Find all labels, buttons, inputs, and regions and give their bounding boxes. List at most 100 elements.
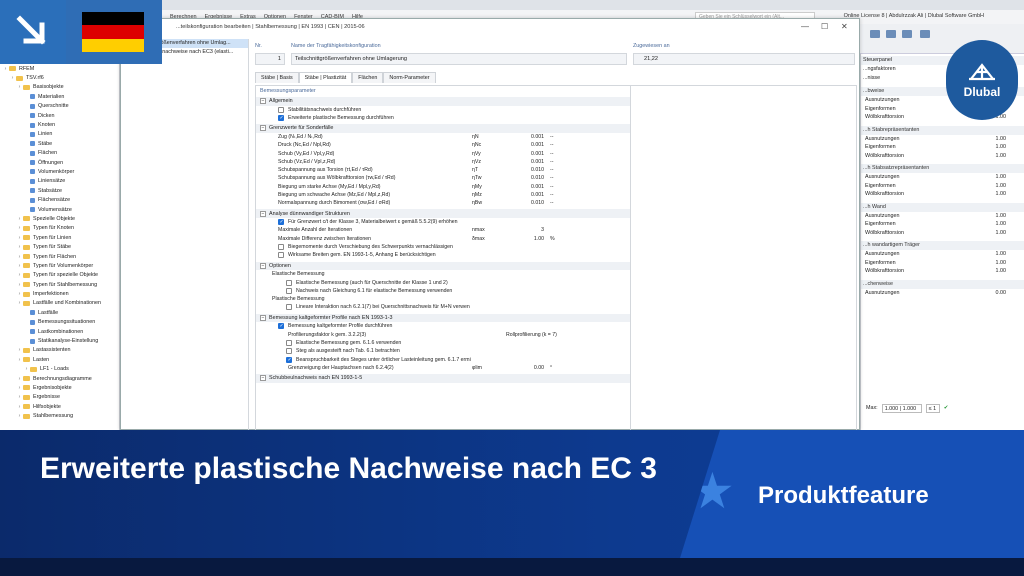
- nav-item[interactable]: Volumensätze: [0, 205, 119, 214]
- parameter-value[interactable]: 0.010: [514, 200, 544, 206]
- nav-item[interactable]: › Basisobjekte: [0, 83, 119, 92]
- nav-item[interactable]: › Hilfsobjekte: [0, 402, 119, 411]
- expand-icon[interactable]: ›: [16, 254, 23, 260]
- expand-icon[interactable]: ›: [16, 347, 23, 353]
- parameter-value[interactable]: 1.00: [514, 236, 544, 242]
- nav-item[interactable]: › Typen für Flächen: [0, 252, 119, 261]
- nav-item[interactable]: › Typen für Stahlbemessung: [0, 280, 119, 289]
- minimize-icon[interactable]: —: [801, 22, 809, 31]
- nav-item[interactable]: › Typen für Volumenkörper: [0, 261, 119, 270]
- toolbar-icon[interactable]: [902, 30, 912, 38]
- expand-icon[interactable]: ›: [16, 216, 23, 222]
- collapse-icon[interactable]: −: [260, 262, 266, 269]
- nav-item[interactable]: Dicken: [0, 111, 119, 120]
- nav-item[interactable]: › Lasten: [0, 355, 119, 364]
- checkbox[interactable]: [286, 279, 292, 286]
- collapse-icon[interactable]: −: [260, 125, 266, 132]
- nav-item[interactable]: Flächensätze: [0, 195, 119, 204]
- parameter-value[interactable]: 0.00: [514, 365, 544, 371]
- collapse-icon[interactable]: −: [260, 98, 266, 105]
- expand-icon[interactable]: ›: [23, 366, 30, 372]
- nav-item[interactable]: › Typen für Linien: [0, 233, 119, 242]
- nav-item[interactable]: › Stahlbemessung: [0, 411, 119, 420]
- nav-item[interactable]: › Lastfälle und Kombinationen: [0, 299, 119, 308]
- parameter-value[interactable]: 0.010: [514, 175, 544, 181]
- expand-icon[interactable]: ›: [16, 300, 23, 306]
- nav-item[interactable]: Statikanalyse-Einstellung: [0, 336, 119, 345]
- nav-item[interactable]: › Lastassistenten: [0, 346, 119, 355]
- collapse-icon[interactable]: −: [260, 210, 266, 217]
- nav-item[interactable]: › Typen für spezielle Objekte: [0, 271, 119, 280]
- nav-item[interactable]: › TSV.rf6: [0, 73, 119, 82]
- maximize-icon[interactable]: ☐: [821, 22, 828, 31]
- nav-item[interactable]: Liniensätze: [0, 177, 119, 186]
- tab-2[interactable]: Flächen: [352, 72, 384, 83]
- expand-icon[interactable]: ›: [16, 385, 23, 391]
- checkbox[interactable]: [278, 323, 284, 330]
- checkbox[interactable]: [278, 244, 284, 251]
- close-icon[interactable]: ✕: [841, 22, 848, 31]
- collapse-icon[interactable]: −: [260, 375, 266, 382]
- checkbox[interactable]: [278, 106, 284, 113]
- expand-icon[interactable]: ›: [9, 75, 16, 81]
- expand-icon[interactable]: ›: [16, 244, 23, 250]
- expand-icon[interactable]: ›: [2, 66, 9, 72]
- nav-item[interactable]: › Typen für Stäbe: [0, 242, 119, 251]
- nav-item[interactable]: Stäbe: [0, 139, 119, 148]
- expand-icon[interactable]: ›: [16, 291, 23, 297]
- nav-item[interactable]: › Berechnungsdiagramme: [0, 374, 119, 383]
- expand-icon[interactable]: ›: [16, 404, 23, 410]
- nav-item[interactable]: Stabsätze: [0, 186, 119, 195]
- expand-icon[interactable]: ›: [16, 272, 23, 278]
- toolbar-icon[interactable]: [870, 30, 880, 38]
- nav-item[interactable]: Querschnitte: [0, 102, 119, 111]
- nav-item[interactable]: Linien: [0, 130, 119, 139]
- section-header[interactable]: − Bemessung kaltgeformter Profile nach EN…: [256, 313, 630, 323]
- parameter-value[interactable]: 0.001: [514, 151, 544, 157]
- name-field[interactable]: Teilschnittgrößenverfahren ohne Umlageru…: [291, 53, 627, 65]
- parameter-value[interactable]: Rollprofilierung (k = 7): [506, 332, 557, 338]
- nav-item[interactable]: Materialien: [0, 92, 119, 101]
- expand-icon[interactable]: ›: [16, 263, 23, 269]
- checkbox[interactable]: [278, 219, 284, 226]
- parameter-value[interactable]: 0.001: [514, 192, 544, 198]
- parameter-value[interactable]: 0.001: [514, 184, 544, 190]
- checkbox[interactable]: [286, 304, 292, 311]
- toolbar-icon[interactable]: [886, 30, 896, 38]
- toolbar-icon[interactable]: [920, 30, 930, 38]
- nav-item[interactable]: › Typen für Knoten: [0, 224, 119, 233]
- nav-item[interactable]: Bemessungssituationen: [0, 318, 119, 327]
- section-header[interactable]: − Analyse dünnwandiger Strukturen: [256, 209, 630, 219]
- nav-item[interactable]: Volumenkörper: [0, 167, 119, 176]
- expand-icon[interactable]: ›: [16, 413, 23, 419]
- nav-item[interactable]: › Spezielle Objekte: [0, 214, 119, 223]
- nav-item[interactable]: › Imperfektionen: [0, 289, 119, 298]
- nav-item[interactable]: Öffnungen: [0, 158, 119, 167]
- no-field[interactable]: 1: [255, 53, 285, 65]
- checkbox[interactable]: [278, 252, 284, 259]
- nav-item[interactable]: Flächen: [0, 149, 119, 158]
- checkbox[interactable]: [286, 356, 292, 363]
- expand-icon[interactable]: ›: [16, 376, 23, 382]
- expand-icon[interactable]: ›: [16, 394, 23, 400]
- expand-icon[interactable]: ›: [16, 235, 23, 241]
- tab-1[interactable]: Stäbe | Plastizität: [298, 72, 353, 83]
- checkbox[interactable]: [286, 348, 292, 355]
- assigned-field[interactable]: 21,22: [633, 53, 855, 65]
- parameter-value[interactable]: 3: [514, 227, 544, 233]
- nav-item[interactable]: Knoten: [0, 120, 119, 129]
- expand-icon[interactable]: ›: [16, 282, 23, 288]
- nav-item[interactable]: › Ergebnisobjekte: [0, 383, 119, 392]
- tab-0[interactable]: Stäbe | Basis: [255, 72, 299, 83]
- collapse-icon[interactable]: −: [260, 314, 266, 321]
- section-header[interactable]: − Schubbeulnachweis nach EN 1993-1-5: [256, 373, 630, 383]
- tab-3[interactable]: Norm-Parameter: [383, 72, 436, 83]
- section-header[interactable]: − Allgemein: [256, 97, 630, 106]
- checkbox[interactable]: [278, 115, 284, 122]
- le-field[interactable]: ≤ 1: [925, 403, 940, 413]
- nav-item[interactable]: Lastfälle: [0, 308, 119, 317]
- parameter-value[interactable]: 0.001: [514, 159, 544, 165]
- section-header[interactable]: − Grenzwerte für Sonderfälle: [256, 124, 630, 133]
- nav-item[interactable]: › LF1 - Loads: [0, 365, 119, 374]
- section-header[interactable]: − Optionen: [256, 261, 630, 271]
